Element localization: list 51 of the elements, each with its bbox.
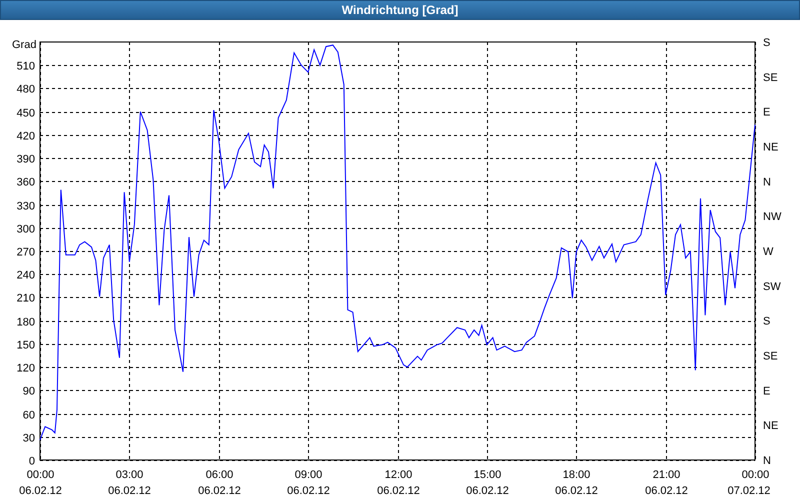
direction-label: NE bbox=[763, 142, 778, 154]
direction-label: SE bbox=[763, 72, 778, 84]
y-tick-label: 240 bbox=[16, 270, 35, 282]
x-tick-label: 15:00 bbox=[474, 469, 502, 481]
x-tick-label: 18:00 bbox=[562, 469, 590, 481]
y-tick-label: 510 bbox=[16, 60, 35, 72]
x-tick-label: 09:00 bbox=[294, 469, 322, 481]
direction-label: N bbox=[763, 455, 771, 467]
y-tick-label: 120 bbox=[16, 362, 35, 374]
y-tick-label: 450 bbox=[16, 108, 35, 120]
direction-label: NW bbox=[763, 211, 782, 224]
y-tick-label: 390 bbox=[16, 154, 35, 166]
date-label: 06.02.12 bbox=[287, 485, 330, 497]
x-tick-label: 03:00 bbox=[116, 469, 144, 481]
y-tick-label: 330 bbox=[16, 200, 35, 212]
y-tick-label: 360 bbox=[16, 176, 35, 188]
date-label: 06.02.12 bbox=[198, 485, 241, 497]
direction-label: N bbox=[763, 176, 771, 188]
date-label: 06.02.12 bbox=[555, 485, 598, 497]
y-tick-label: 90 bbox=[22, 386, 35, 398]
direction-label: SE bbox=[763, 350, 778, 362]
y-axis-title: Grad bbox=[12, 39, 36, 51]
date-label: 06.02.12 bbox=[19, 485, 62, 497]
y-tick-label: 420 bbox=[16, 130, 35, 142]
y-tick-label: 210 bbox=[16, 292, 35, 304]
y-tick-label: 480 bbox=[16, 84, 35, 96]
y-tick-label: 30 bbox=[22, 432, 35, 444]
y-tick-label: 150 bbox=[16, 340, 35, 352]
x-tick-label: 21:00 bbox=[652, 469, 680, 481]
direction-label: E bbox=[763, 106, 770, 119]
direction-label: NE bbox=[763, 420, 778, 432]
y-tick-label: 180 bbox=[16, 316, 35, 328]
x-tick-label: 00:00 bbox=[742, 469, 770, 481]
y-tick-label: 270 bbox=[16, 246, 35, 258]
y-tick-label: 300 bbox=[16, 224, 35, 236]
x-tick-label: 12:00 bbox=[384, 469, 412, 481]
direction-label: W bbox=[763, 246, 774, 258]
date-label: 06.02.12 bbox=[108, 485, 151, 497]
y-tick-label: 0 bbox=[28, 456, 35, 468]
direction-label: E bbox=[763, 385, 770, 398]
date-label: 06.02.12 bbox=[645, 485, 688, 497]
y-tick-label: 60 bbox=[22, 410, 35, 422]
x-tick-label: 06:00 bbox=[206, 469, 234, 481]
date-label: 06.02.12 bbox=[377, 485, 420, 497]
window-title: Windrichtung [Grad] bbox=[342, 3, 458, 17]
direction-label: S bbox=[763, 37, 770, 49]
direction-label: S bbox=[763, 316, 770, 328]
date-label: 07.02.12 bbox=[728, 485, 770, 497]
direction-label: SW bbox=[763, 280, 781, 293]
date-label: 06.02.12 bbox=[466, 485, 509, 497]
x-tick-label: 00:00 bbox=[26, 469, 54, 481]
